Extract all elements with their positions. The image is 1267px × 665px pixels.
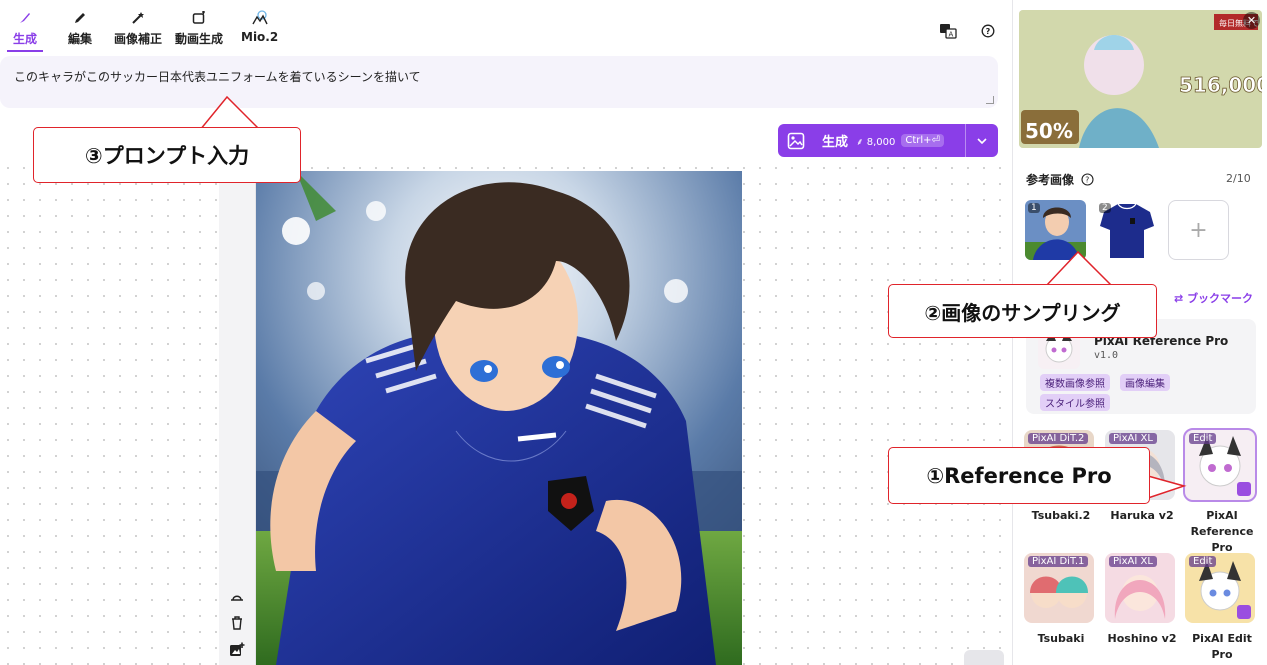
- callout-reference-pro: ①Reference Pro: [888, 447, 1150, 504]
- tab-label: 動画生成: [175, 32, 224, 46]
- close-icon[interactable]: ✕: [1243, 12, 1260, 29]
- thumb-index: 2: [1099, 203, 1111, 213]
- model-label: PixAI Reference Pro: [1190, 509, 1254, 554]
- model-thumbnail: Edit: [1185, 553, 1255, 623]
- callout-tail: [1045, 250, 1113, 287]
- prompt-input[interactable]: このキャラがこのサッカー日本代表ユニフォームを着ているシーンを描いて: [0, 56, 998, 108]
- model-label: Tsubaki.2: [1031, 509, 1091, 522]
- model-badge: PixAI DiT.2: [1028, 433, 1089, 444]
- tab-mio[interactable]: Mio.2: [241, 10, 278, 52]
- prompt-text: このキャラがこのサッカー日本代表ユニフォームを着ているシーンを描いて: [14, 70, 421, 84]
- model-thumbnail: PixAI DiT.1: [1024, 553, 1094, 623]
- canvas-options-button[interactable]: [964, 650, 1004, 665]
- pencil-icon: [72, 10, 88, 26]
- model-version: v1.0: [1094, 350, 1119, 361]
- brush-icon: [17, 10, 33, 26]
- credit-cost-value: 8,000: [866, 136, 896, 148]
- tab-video[interactable]: 動画生成: [175, 10, 223, 52]
- generated-image[interactable]: [256, 171, 742, 665]
- thumb-index: 1: [1028, 203, 1040, 213]
- video-icon: [191, 10, 207, 26]
- tab-label: 編集: [68, 32, 93, 46]
- model-thumbnail: Edit: [1183, 428, 1257, 502]
- reference-title: 参考画像: [1026, 173, 1075, 187]
- model-thumbnail: PixAI XL: [1105, 553, 1175, 623]
- model-badge: Edit: [1189, 433, 1217, 444]
- model-option-tsubaki[interactable]: PixAI DiT.1 Tsubaki: [1024, 553, 1098, 647]
- model-tag: 複数画像参照: [1040, 374, 1110, 391]
- svg-text:?: ?: [986, 27, 991, 36]
- upscale-icon[interactable]: [229, 589, 245, 605]
- magic-wand-icon: [130, 10, 146, 26]
- model-label: Haruka v2: [1110, 509, 1174, 522]
- credit-cost: ⸙ 8,000: [856, 134, 895, 148]
- model-label: Hoshino v2: [1107, 632, 1177, 645]
- callout-text: ②画像のサンプリング: [924, 300, 1121, 325]
- model-badge: PixAI XL: [1109, 556, 1157, 567]
- svg-text:?: ?: [1085, 175, 1089, 184]
- tab-enhance[interactable]: 画像補正: [114, 10, 162, 52]
- model-option-reference-pro[interactable]: Edit PixAI Reference Pro: [1183, 428, 1259, 556]
- canvas-toolbar: [219, 171, 256, 665]
- reference-count: 2/10: [1226, 172, 1251, 185]
- mio-icon: [252, 10, 268, 26]
- model-label: PixAI Edit Pro: [1192, 632, 1252, 661]
- callout-image-sampling: ②画像のサンプリング: [888, 284, 1157, 338]
- image-icon: [778, 132, 814, 150]
- model-tag: スタイル参照: [1040, 394, 1110, 411]
- help-icon[interactable]: ?: [979, 22, 997, 40]
- callout-text: ③プロンプト入力: [84, 144, 250, 168]
- svg-text:A: A: [949, 31, 954, 39]
- generate-button[interactable]: 生成 ⸙ 8,000 Ctrl+⏎: [778, 124, 998, 157]
- resize-grip-icon[interactable]: [986, 96, 994, 104]
- model-option-edit-pro[interactable]: Edit PixAI Edit Pro: [1185, 553, 1259, 663]
- ad-big-number: 516,000: [1179, 73, 1262, 97]
- add-reference-button[interactable]: +: [1168, 200, 1229, 260]
- tab-label: 画像補正: [114, 32, 163, 46]
- ad-discount: 50%: [1025, 119, 1073, 143]
- credit-icon: ⸙: [856, 136, 864, 148]
- model-badge: Edit: [1189, 556, 1217, 567]
- add-image-icon[interactable]: [229, 642, 245, 658]
- plus-icon: +: [1189, 217, 1208, 243]
- callout-text: ①Reference Pro: [926, 463, 1112, 488]
- generate-dropdown-button[interactable]: [965, 124, 998, 157]
- tab-label: Mio.2: [241, 30, 279, 44]
- callout-tail: [199, 95, 261, 131]
- tab-label: 生成: [13, 32, 38, 46]
- app-root: 生成 編集 画像補正 動画生成 Mio.2 A ? このキャラがこのサッカー日本…: [0, 0, 1267, 665]
- promo-banner[interactable]: 毎日無料で 516,000 50%: [1019, 10, 1262, 148]
- top-right-tools: A ?: [939, 22, 997, 40]
- translate-icon[interactable]: A: [939, 22, 957, 40]
- help-icon[interactable]: ?: [1081, 171, 1094, 186]
- mode-tabs: 生成 編集 画像補正 動画生成 Mio.2: [0, 0, 1010, 52]
- model-tag: 画像編集: [1120, 374, 1170, 391]
- tab-generate[interactable]: 生成: [6, 10, 44, 52]
- bookmark-link[interactable]: ⇄ ブックマーク: [1174, 290, 1253, 306]
- generate-label: 生成: [822, 135, 849, 150]
- swap-icon: ⇄: [1174, 292, 1184, 305]
- bookmark-label: ブックマーク: [1187, 292, 1254, 305]
- model-badge: PixAI XL: [1109, 433, 1157, 444]
- chevron-down-icon: [977, 137, 987, 144]
- trash-icon[interactable]: [229, 615, 245, 631]
- callout-tail: [1147, 475, 1187, 499]
- tab-edit[interactable]: 編集: [68, 10, 92, 52]
- model-badge: PixAI DiT.1: [1028, 556, 1089, 567]
- model-label: Tsubaki: [1037, 632, 1085, 645]
- model-option-hoshino-v2[interactable]: PixAI XL Hoshino v2: [1105, 553, 1179, 647]
- callout-prompt-input: ③プロンプト入力: [33, 127, 301, 183]
- shortcut-badge: Ctrl+⏎: [901, 134, 944, 147]
